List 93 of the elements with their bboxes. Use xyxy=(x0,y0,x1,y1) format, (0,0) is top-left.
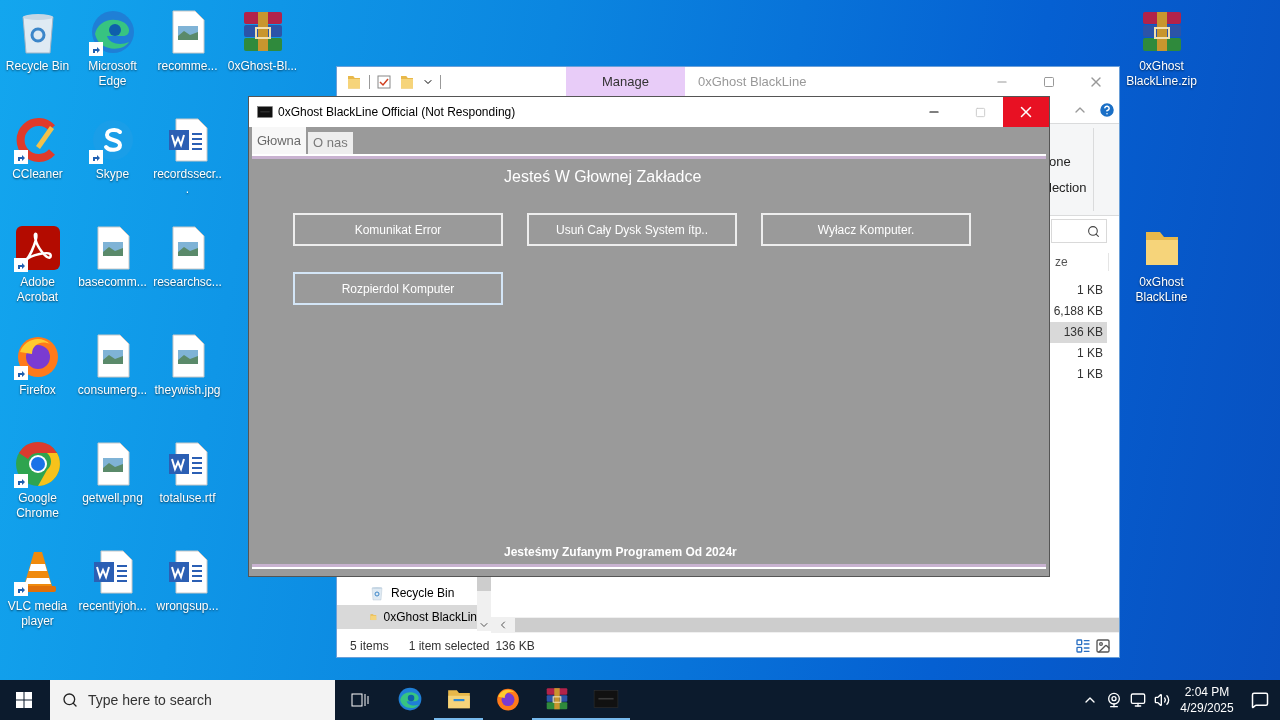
desktop-icon[interactable]: basecomm... xyxy=(76,224,149,290)
desktop-icon-label: basecomm... xyxy=(77,275,148,290)
recycle-bin-icon xyxy=(369,585,385,601)
tab[interactable]: Głowna xyxy=(252,127,307,154)
desktop-icon-label: Firefox xyxy=(18,383,57,398)
details-view-icon[interactable] xyxy=(1075,638,1091,654)
ribbon-label: one xyxy=(1049,153,1072,171)
manage-tab[interactable]: Manage xyxy=(566,67,685,97)
vertical-scrollbar[interactable] xyxy=(477,575,491,631)
network-icon[interactable] xyxy=(1130,692,1146,708)
desktop-icon[interactable]: 0xGhost BlackLine xyxy=(1125,224,1198,305)
desktop-icon-label: 0xGhost BlackLine.zip xyxy=(1125,59,1198,89)
firefox-icon xyxy=(494,686,521,712)
desktop-icon-label: VLC media player xyxy=(6,599,69,629)
clock[interactable]: 2:04 PM 4/29/2025 xyxy=(1174,684,1240,716)
webcam-icon[interactable] xyxy=(1106,692,1122,708)
task-view-icon xyxy=(351,692,369,708)
status-size: 136 KB xyxy=(495,638,535,655)
checklist-icon[interactable] xyxy=(376,74,392,90)
file-size-cell-text: 1 KB xyxy=(1076,345,1104,362)
thumbnails-view-icon[interactable] xyxy=(1095,638,1111,654)
status-item-count: 5 items xyxy=(350,638,389,655)
action-button[interactable]: Wyłacz Komputer. xyxy=(761,213,971,246)
maximize-icon xyxy=(974,106,986,118)
notifications-icon[interactable] xyxy=(1251,691,1269,709)
desktop-icon[interactable]: Microsoft Edge xyxy=(76,8,149,89)
desktop-icon[interactable]: Skype xyxy=(76,116,149,182)
desktop-icon-label: Google Chrome xyxy=(15,491,60,521)
desktop-icon[interactable]: recordssecr... xyxy=(151,116,224,197)
desktop-icon-label: 0xGhost-Bl... xyxy=(226,59,299,74)
taskbar-search-field[interactable]: Type here to search xyxy=(50,680,335,720)
desktop-icon-label: Skype xyxy=(94,167,131,182)
desktop-icon[interactable]: Google Chrome xyxy=(1,440,74,521)
desktop-icon-label: theywish.jpg xyxy=(153,383,222,398)
search-icon xyxy=(62,692,78,708)
search-field[interactable] xyxy=(1051,219,1107,243)
desktop-icon-label: recordssecr... xyxy=(152,167,223,197)
desktop-icon-label: Microsoft Edge xyxy=(87,59,138,89)
desktop-icon-label: researchsc... xyxy=(152,275,223,290)
window-title: 0xGhost BlackLine Official (Not Responding) xyxy=(278,104,516,121)
ribbon-label: lection xyxy=(1049,178,1088,197)
desktop-icon[interactable]: VLC media player xyxy=(1,548,74,629)
file-size-cell-text: 1 KB xyxy=(1076,366,1104,383)
chrome-icon xyxy=(13,440,62,488)
edge-browser-icon xyxy=(396,686,423,712)
horizontal-scrollbar[interactable] xyxy=(491,617,1119,633)
desktop-icon[interactable]: getwell.png xyxy=(76,440,149,506)
desktop-icon[interactable]: totaluse.rtf xyxy=(151,440,224,506)
desktop-icon-label: 0xGhost BlackLine xyxy=(1134,275,1189,305)
desktop-icon[interactable]: CCleaner xyxy=(1,116,74,182)
desktop-icon-label: Recycle Bin xyxy=(4,59,71,74)
desktop-icon-label: getwell.png xyxy=(81,491,144,506)
action-button[interactable]: Rozpierdol Komputer xyxy=(293,272,503,305)
heading: Jesteś W Głownej Zakładce xyxy=(504,167,703,187)
file-size-cell: 136 KB xyxy=(1047,322,1107,343)
acrobat-icon xyxy=(13,224,62,272)
desktop-icon[interactable]: consumerg... xyxy=(76,332,149,398)
desktop-icon[interactable]: Firefox xyxy=(1,332,74,398)
desktop-icon[interactable]: 0xGhost BlackLine.zip xyxy=(1125,8,1198,89)
desktop-icon[interactable]: recomme... xyxy=(151,8,224,74)
desktop-icon-label: recomme... xyxy=(156,59,219,74)
folder-icon xyxy=(345,73,363,91)
desktop-icon[interactable]: recentlyjoh... xyxy=(76,548,149,614)
desktop-icon-label: recentlyjoh... xyxy=(77,599,148,614)
desktop-icon[interactable]: Recycle Bin xyxy=(1,8,74,74)
maximize-icon xyxy=(1042,76,1055,88)
column-header[interactable]: ze xyxy=(1055,253,1109,271)
volume-icon[interactable] xyxy=(1154,692,1170,708)
file-size-cell-text: 6,188 KB xyxy=(1052,303,1104,320)
folder-icon xyxy=(398,73,416,91)
desktop-icon[interactable]: researchsc... xyxy=(151,224,224,290)
desktop-icon[interactable]: 0xGhost-Bl... xyxy=(226,8,299,74)
desktop-icon-label: Adobe Acrobat xyxy=(15,275,60,305)
footer-text: Jesteśmy Zufanym Programem Od 2024r xyxy=(504,544,738,561)
navigation-item[interactable]: 0xGhost BlackLin xyxy=(337,605,477,629)
desktop-icon-label: totaluse.rtf xyxy=(158,491,217,506)
desktop-icon[interactable]: Adobe Acrobat xyxy=(1,224,74,305)
navigation-item[interactable]: Recycle Bin xyxy=(337,581,477,605)
windows-logo-icon xyxy=(16,692,32,708)
action-button[interactable]: Usuń Cały Dysk System ítp.. xyxy=(527,213,737,246)
action-button[interactable]: Komunikat Error xyxy=(293,213,503,246)
desktop-icon[interactable]: theywish.jpg xyxy=(151,332,224,398)
desktop-icon-label: wrongsup... xyxy=(155,599,220,614)
search-icon xyxy=(1087,224,1100,238)
window-title: 0xGhost BlackLine xyxy=(698,73,807,92)
desktop-icon-label: CCleaner xyxy=(11,167,64,182)
app-window-icon xyxy=(257,104,273,120)
desktop-icon[interactable]: wrongsup... xyxy=(151,548,224,614)
tab[interactable]: O nas xyxy=(308,132,353,154)
status-selection: 1 item selected xyxy=(408,638,490,655)
help-icon[interactable] xyxy=(1098,101,1116,119)
file-size-cell-text: 1 KB xyxy=(1076,282,1104,299)
desktop-icon-label: consumerg... xyxy=(76,383,149,398)
